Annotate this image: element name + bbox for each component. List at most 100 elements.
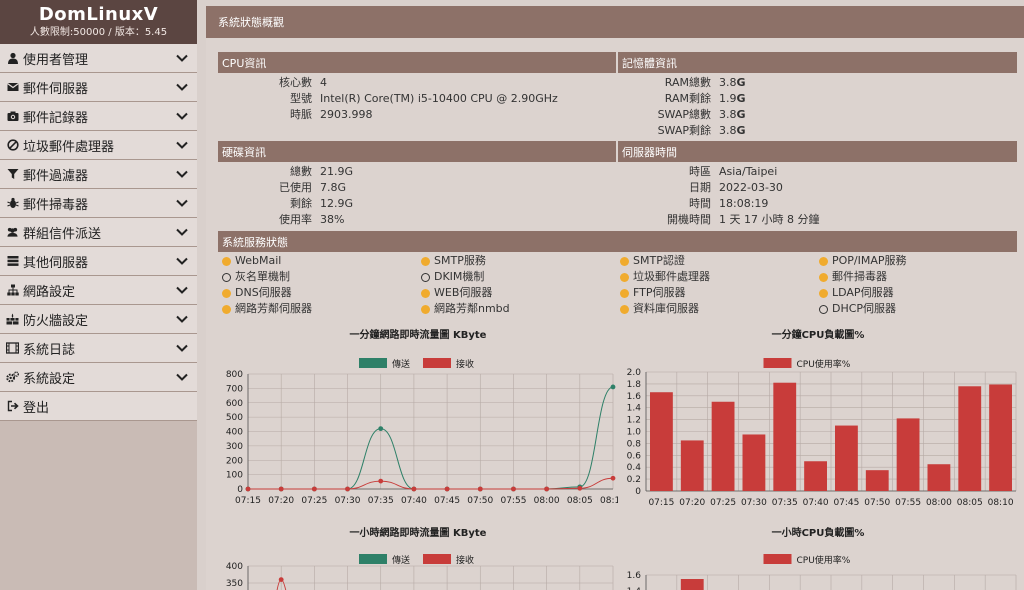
service-label: WEB伺服器 (434, 286, 493, 299)
data-point (245, 486, 251, 492)
info-value: 4 (312, 75, 327, 91)
sidebar-item-label: 登出 (23, 400, 50, 416)
y-tick-label: 800 (226, 370, 243, 380)
data-point (477, 486, 483, 492)
info-row: 時脈 2903.998 (218, 107, 373, 123)
cpu-bar (989, 384, 1012, 491)
info-value-text: 3.8 (719, 108, 737, 121)
legend-swatch (423, 554, 451, 564)
service-item: POP/IMAP服務 (819, 253, 907, 269)
sidebar-item-envelope[interactable]: 郵件伺服器 (0, 73, 197, 102)
sidebar-item-sitemap[interactable]: 網路設定 (0, 276, 197, 305)
chevron-down-icon[interactable] (175, 341, 189, 355)
sidebar-item-ban[interactable]: 垃圾郵件處理器 (0, 131, 197, 160)
info-value: 2022-03-30 (711, 180, 783, 196)
chevron-down-icon[interactable] (175, 196, 189, 210)
x-tick-label: 08:10 (988, 498, 1014, 508)
status-on-icon (222, 304, 231, 314)
info-value: 18:08:19 (711, 196, 768, 212)
chevron-down-icon[interactable] (175, 51, 189, 65)
service-item: WebMail (222, 253, 281, 269)
chevron-down-icon[interactable] (175, 254, 189, 268)
service-item: 網路芳鄰伺服器 (222, 301, 312, 317)
info-row: 已使用 7.8G (218, 180, 346, 196)
x-tick-label: 07:35 (772, 498, 798, 508)
chevron-down-icon[interactable] (175, 109, 189, 123)
chevron-down-icon[interactable] (175, 167, 189, 181)
info-label: 日期 (689, 181, 711, 194)
service-label: DKIM機制 (434, 270, 485, 283)
sidebar-item-film[interactable]: 系統日誌 (0, 334, 197, 363)
chevron-down-icon[interactable] (175, 80, 189, 94)
sidebar-item-server[interactable]: 其他伺服器 (0, 247, 197, 276)
service-item: 網路芳鄰nmbd (421, 301, 510, 317)
status-on-icon (421, 288, 430, 298)
main-content: 系統狀態概觀 CPU資訊 核心數 4 型號 Intel(R) Core(TM) i5-… (206, 6, 1024, 590)
info-value-text: 3.8 (719, 76, 737, 89)
ban-icon (6, 139, 19, 152)
y-tick-label: 400 (226, 562, 243, 572)
y-tick-label: 0 (635, 487, 641, 497)
cpu-bar (711, 401, 735, 491)
sidebar-item-label: 其他伺服器 (23, 255, 89, 271)
sidebar-item-firewall[interactable]: 防火牆設定 (0, 305, 197, 334)
info-label: RAM剩餘 (664, 92, 711, 105)
y-tick-label: 350 (226, 579, 243, 589)
chevron-down-icon[interactable] (175, 283, 189, 297)
info-value-text: 4 (320, 76, 327, 89)
y-tick-label: 1.4 (627, 404, 642, 414)
y-tick-label: 200 (226, 456, 243, 466)
info-label: RAM總數 (664, 76, 711, 89)
y-tick-label: 1.0 (627, 428, 642, 438)
chevron-down-icon[interactable] (175, 225, 189, 239)
memory-section-header: 記憶體資訊 (618, 52, 1017, 73)
legend-swatch (359, 358, 387, 368)
sidebar-item-user[interactable]: 使用者管理 (0, 44, 197, 73)
info-value: 12.9G (312, 196, 353, 212)
info-label: 型號 (290, 92, 312, 105)
sidebar-item-filter[interactable]: 郵件過濾器 (0, 160, 197, 189)
status-on-icon (819, 256, 828, 266)
service-item: FTP伺服器 (620, 285, 686, 301)
service-label: WebMail (235, 254, 282, 267)
net-1min-title: 一分鐘網路即時流量圖 KByte (349, 330, 487, 341)
status-on-icon (819, 272, 828, 282)
sidebar-item-users[interactable]: 群組信件派送 (0, 218, 197, 247)
sidebar-item-camera[interactable]: 郵件記錄器 (0, 102, 197, 131)
info-value-text: 1.9 (719, 92, 737, 105)
sidebar-item-bug[interactable]: 郵件掃毒器 (0, 189, 197, 218)
x-tick-label: 07:40 (401, 496, 427, 506)
info-row: 時區 Asia/Taipei (618, 164, 777, 180)
y-tick-label: 1.6 (627, 571, 642, 581)
status-on-icon (421, 304, 430, 314)
info-row: 日期 2022-03-30 (618, 180, 783, 196)
info-label: 開機時間 (667, 213, 711, 226)
info-label: SWAP總數 (657, 108, 711, 121)
status-off-icon (421, 272, 430, 282)
x-tick-label: 07:45 (434, 496, 460, 506)
info-value: Asia/Taipei (711, 164, 777, 180)
legend-label: 傳送 (392, 358, 410, 370)
sidebar-item-label: 郵件掃毒器 (23, 197, 89, 213)
info-row: 剩餘 12.9G (218, 196, 353, 212)
server-time-section-title: 伺服器時間 (622, 145, 677, 159)
y-tick-label: 100 (226, 471, 243, 481)
x-tick-label: 07:45 (833, 498, 859, 508)
sidebar-item-sign-out[interactable]: 登出 (0, 392, 197, 421)
service-label: DHCP伺服器 (832, 302, 897, 315)
x-tick-label: 07:30 (335, 496, 361, 506)
chevron-down-icon[interactable] (175, 370, 189, 384)
x-tick-label: 07:20 (268, 496, 294, 506)
chevron-down-icon[interactable] (175, 312, 189, 326)
data-point (345, 486, 350, 492)
x-tick-label: 07:50 (467, 496, 493, 506)
x-tick-label: 07:20 (679, 498, 705, 508)
cpu-1hr-chart: CPU使用率%1.41.6 (627, 554, 1017, 590)
y-tick-label: 0.6 (627, 451, 642, 461)
data-point (544, 486, 550, 492)
sidebar-item-gears[interactable]: 系統設定 (0, 363, 197, 392)
x-tick-label: 07:25 (710, 498, 736, 508)
info-label: SWAP剩餘 (657, 124, 711, 137)
status-off-icon (819, 304, 828, 314)
chevron-down-icon[interactable] (175, 138, 189, 152)
